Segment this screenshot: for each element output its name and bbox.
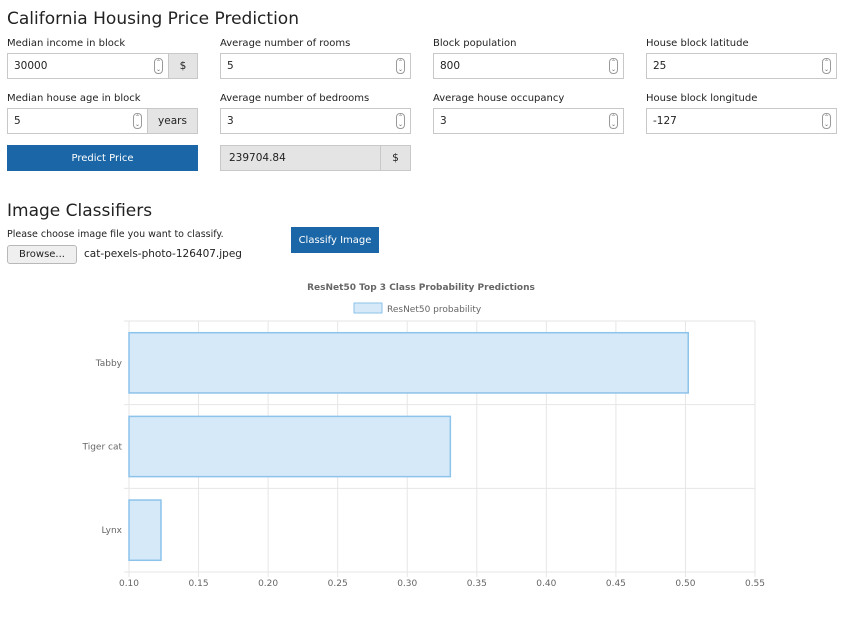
chart-title: ResNet50 Top 3 Class Probability Predict… [307,283,535,293]
income-input[interactable]: 30000 ⌃ ⌄ [7,53,169,79]
classifier-title: Image Classifiers [7,201,153,221]
x-tick-label: 0.40 [536,579,556,589]
page-title: California Housing Price Prediction [7,9,299,29]
x-tick-label: 0.20 [258,579,278,589]
bar-lynx [128,499,162,562]
spinner-icon[interactable]: ⌃ ⌄ [154,58,163,74]
chart-bars [128,331,689,562]
income-value: 30000 [14,60,48,72]
browse-button[interactable]: Browse... [7,245,77,264]
classify-image-button[interactable]: Classify Image [291,227,379,253]
file-prompt: Please choose image file you want to cla… [7,229,224,240]
x-tick-label: 0.55 [745,579,765,589]
spinner-icon[interactable]: ⌃ ⌄ [133,113,142,129]
spinner-icon[interactable]: ⌃ ⌄ [609,113,618,129]
probability-chart: ResNet50 Top 3 Class Probability Predict… [81,283,765,589]
category-label: Tabby [95,359,123,369]
income-unit: $ [168,53,198,79]
bedrooms-input[interactable]: 3 ⌃ ⌄ [220,108,411,134]
x-tick-label: 0.30 [397,579,417,589]
age-label: Median house age in block [7,93,141,104]
predicted-price-output: 239704.84 [220,145,381,171]
population-input[interactable]: 800 ⌃ ⌄ [433,53,624,79]
spinner-icon[interactable]: ⌃ ⌄ [396,58,405,74]
spinner-icon[interactable]: ⌃ ⌄ [822,58,831,74]
age-input[interactable]: 5 ⌃ ⌄ [7,108,148,134]
x-tick-label: 0.25 [328,579,348,589]
age-unit: years [147,108,198,134]
bar-tabby [128,331,689,394]
selected-file-name: cat-pexels-photo-126407.jpeg [84,248,242,260]
x-tick-label: 0.35 [467,579,487,589]
latitude-value: 25 [653,60,667,72]
x-tick-label: 0.45 [606,579,626,589]
occupancy-label: Average house occupancy [433,93,565,104]
bedrooms-label: Average number of bedrooms [220,93,370,104]
longitude-value: -127 [653,115,677,127]
predict-price-button[interactable]: Predict Price [7,145,198,171]
x-tick-label: 0.10 [119,579,139,589]
longitude-input[interactable]: -127 ⌃ ⌄ [646,108,837,134]
income-label: Median income in block [7,38,126,49]
occupancy-value: 3 [440,115,447,127]
population-label: Block population [433,38,517,49]
latitude-label: House block latitude [646,38,749,49]
rooms-input[interactable]: 5 ⌃ ⌄ [220,53,411,79]
occupancy-input[interactable]: 3 ⌃ ⌄ [433,108,624,134]
x-tick-label: 0.15 [189,579,209,589]
x-tick-label: 0.50 [675,579,695,589]
legend-label: ResNet50 probability [387,305,482,315]
category-label: Tiger cat [81,443,122,453]
spinner-icon[interactable]: ⌃ ⌄ [822,113,831,129]
category-label: Lynx [101,526,122,536]
age-value: 5 [14,115,21,127]
spinner-icon[interactable]: ⌃ ⌄ [609,58,618,74]
legend-swatch [353,302,383,314]
rooms-label: Average number of rooms [220,38,351,49]
longitude-label: House block longitude [646,93,758,104]
population-value: 800 [440,60,461,72]
rooms-value: 5 [227,60,234,72]
price-unit: $ [380,145,411,171]
latitude-input[interactable]: 25 ⌃ ⌄ [646,53,837,79]
bar-tiger-cat [128,415,452,478]
spinner-icon[interactable]: ⌃ ⌄ [396,113,405,129]
bedrooms-value: 3 [227,115,234,127]
